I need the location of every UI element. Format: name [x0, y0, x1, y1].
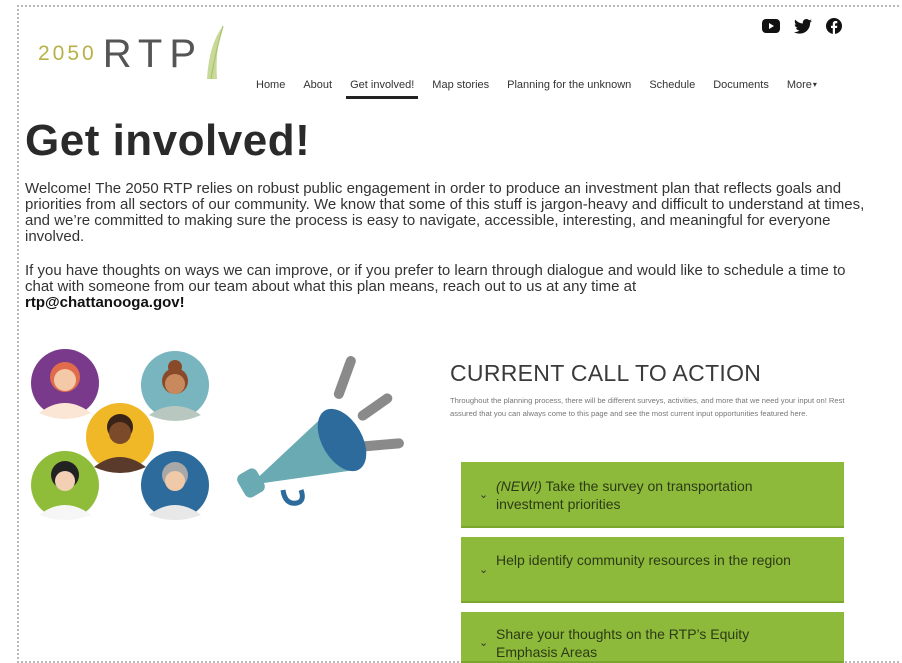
chevron-down-icon: ⌄ — [479, 564, 489, 576]
youtube-icon[interactable] — [762, 19, 780, 38]
avatar — [86, 403, 154, 473]
nav-item-label: Map stories — [432, 79, 490, 91]
main-nav: Home About Get involved! Map stories Pla… — [247, 70, 826, 100]
cta-item-label: Share your thoughts on the RTP’s Equity … — [496, 626, 750, 660]
nav-item-home[interactable]: Home — [247, 70, 294, 100]
logo-name: RTP — [102, 31, 203, 76]
contact-paragraph: If you have thoughts on ways we can impr… — [25, 263, 870, 311]
contact-text: If you have thoughts on ways we can impr… — [25, 262, 846, 295]
nav-item-label: More — [786, 79, 812, 91]
nav-item-more[interactable]: More ▾ — [778, 70, 826, 100]
new-badge: (NEW!) — [496, 478, 542, 494]
site-logo[interactable]: 2050 RTP — [38, 24, 227, 84]
page-title: Get involved! — [25, 116, 311, 165]
nav-item-map-stories[interactable]: Map stories — [423, 70, 498, 100]
avatar — [141, 451, 209, 520]
avatar — [141, 351, 209, 421]
social-links — [762, 18, 842, 39]
cta-title: CURRENT CALL TO ACTION — [450, 360, 762, 386]
logo-leaf-icon — [207, 25, 224, 80]
community-avatars-illustration — [31, 349, 209, 520]
chevron-down-icon: ⌄ — [479, 489, 489, 501]
nav-item-about[interactable]: About — [294, 70, 341, 100]
facebook-icon[interactable] — [826, 18, 842, 39]
cta-item-survey[interactable]: ⌄ (NEW!) Take the survey on transportati… — [461, 462, 844, 528]
cta-item-community-resources[interactable]: ⌄ Help identify community resources in t… — [461, 537, 844, 603]
chevron-down-icon: ⌄ — [479, 637, 489, 649]
logo-year: 2050 — [38, 42, 97, 65]
nav-item-documents[interactable]: Documents — [704, 70, 778, 100]
cta-item-equity-emphasis[interactable]: ⌄ Share your thoughts on the RTP’s Equit… — [461, 612, 844, 663]
nav-item-get-involved[interactable]: Get involved! — [341, 70, 423, 100]
cta-item-label: Help identify community resources in the… — [496, 552, 791, 568]
nav-item-label: Home — [256, 79, 286, 91]
nav-item-label: About — [303, 79, 333, 91]
nav-item-schedule[interactable]: Schedule — [640, 70, 704, 100]
cta-description: Throughout the planning process, there w… — [450, 396, 845, 418]
nav-item-label: Documents — [713, 79, 769, 91]
twitter-icon[interactable] — [794, 18, 812, 39]
nav-item-label: Get involved! — [350, 79, 415, 91]
avatar — [31, 349, 99, 419]
email-link[interactable]: rtp@chattanooga.gov! — [25, 294, 185, 311]
intro-paragraph: Welcome! The 2050 RTP relies on robust p… — [25, 180, 865, 245]
nav-item-label: Planning for the unknown — [507, 79, 632, 91]
nav-item-planning-for-the-unknown[interactable]: Planning for the unknown — [498, 70, 640, 100]
caret-down-icon: ▾ — [812, 80, 817, 89]
cta-item-label: (NEW!) Take the survey on transportation… — [496, 477, 814, 513]
avatar — [31, 451, 99, 520]
nav-item-label: Schedule — [649, 79, 696, 91]
megaphone-icon — [237, 356, 404, 506]
